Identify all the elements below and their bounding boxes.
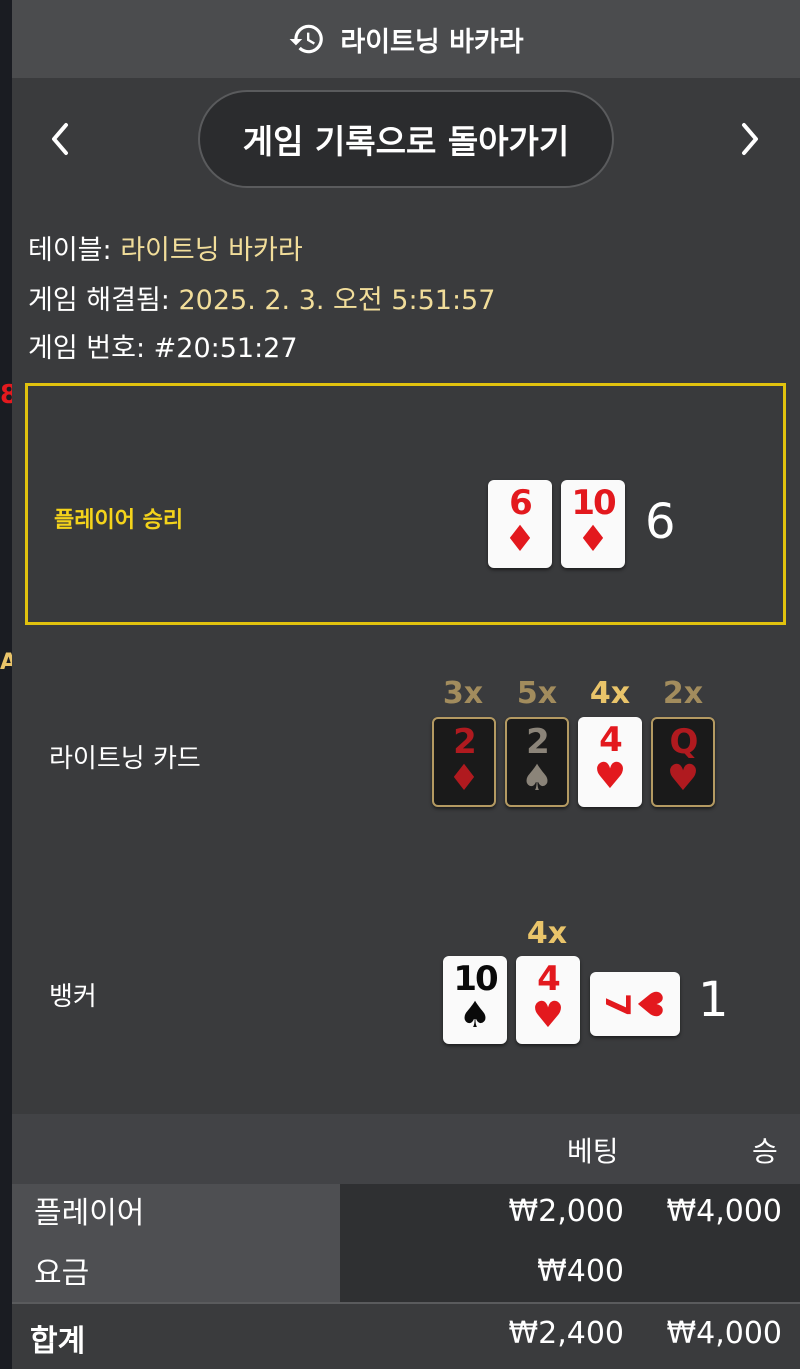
- table-row: 요금 ₩400: [12, 1244, 800, 1304]
- chevron-right-icon: [742, 123, 758, 155]
- row-values: ₩400: [340, 1244, 800, 1304]
- background-page-edge: 8 A: [0, 0, 18, 1369]
- banker-third-card: 7 ♥: [590, 972, 680, 1036]
- diamond-suit-icon: ♦: [576, 519, 610, 560]
- card-rank: 6: [509, 483, 533, 523]
- player-win-label: 플레이어 승리: [54, 508, 184, 533]
- multiplier-badge: 4x: [589, 676, 631, 711]
- banker-card: 4 ♥: [516, 956, 580, 1044]
- lightning-card: Q ♥: [651, 717, 715, 807]
- card-rank: Q: [669, 722, 699, 762]
- resolved-value: 2025. 2. 3. 오전 5:51:57: [178, 285, 496, 316]
- heart-suit-icon: ♥: [531, 995, 565, 1036]
- table-row: 플레이어 ₩2,000 ₩4,000: [12, 1184, 800, 1244]
- row-values: ₩2,000 ₩4,000: [340, 1184, 800, 1244]
- row-label: 요금: [12, 1244, 340, 1304]
- lightning-card: 2 ♦: [432, 717, 496, 807]
- top-bar: 라이트닝 바카라: [12, 0, 800, 78]
- lightning-cards-row: 라이트닝 카드 3x 2 ♦ 5x 2 ♠ 4x 4 ♥ 2x Q ♥: [25, 628, 786, 868]
- total-row: 합계 ₩2,400 ₩4,000: [12, 1302, 800, 1369]
- banker-card: 10 ♠: [443, 956, 507, 1044]
- chevron-left-icon: [52, 123, 68, 155]
- card-rank: 10: [571, 483, 616, 523]
- spade-suit-icon: ♠: [520, 758, 554, 799]
- navigation: 게임 기록으로 돌아가기: [12, 78, 800, 202]
- banker-score: 1: [698, 972, 729, 1028]
- game-number-info: 게임 번호: #20:51:27: [28, 326, 298, 365]
- table-header: 베팅 승: [12, 1114, 800, 1182]
- total-bet: ₩2,400: [508, 1316, 624, 1351]
- multiplier-badge: 4x: [526, 916, 568, 951]
- card-rank: 2: [526, 722, 550, 762]
- player-result-box: 플레이어 승리 6 ♦ 10 ♦ 6: [25, 383, 786, 625]
- bet-summary-table: 베팅 승 플레이어 ₩2,000 ₩4,000 요금 ₩400 합계 ₩2,40…: [12, 1114, 800, 1369]
- prev-game-button[interactable]: [40, 114, 80, 164]
- diamond-suit-icon: ♦: [447, 758, 481, 799]
- game-number-value: #20:51:27: [153, 333, 298, 364]
- multiplier-badge: 3x: [442, 676, 484, 711]
- card-rank: 4: [599, 720, 623, 760]
- spade-suit-icon: ♠: [458, 995, 492, 1036]
- card-rank: 4: [537, 959, 561, 999]
- heart-suit-icon: ♥: [628, 988, 669, 1020]
- row-label: 플레이어: [12, 1184, 340, 1244]
- resolved-info: 게임 해결됨: 2025. 2. 3. 오전 5:51:57: [28, 278, 495, 317]
- heart-suit-icon: ♥: [593, 756, 627, 797]
- banker-row: 뱅커 4x 10 ♠ 4 ♥ 7 ♥ 1: [25, 872, 786, 1100]
- window-title: 라이트닝 바카라: [340, 26, 524, 58]
- heart-suit-icon: ♥: [666, 758, 700, 799]
- multiplier-badge: 2x: [662, 676, 704, 711]
- column-win: 승: [752, 1135, 778, 1168]
- card-rank: 2: [453, 722, 477, 762]
- history-icon: [289, 24, 324, 54]
- lightning-card: 4 ♥: [578, 717, 642, 807]
- lightning-card: 2 ♠: [505, 717, 569, 807]
- row-win: ₩4,000: [666, 1194, 782, 1229]
- table-value: 라이트닝 바카라: [120, 235, 303, 266]
- resolved-label: 게임 해결됨:: [28, 285, 170, 316]
- total-label: 합계: [30, 1324, 86, 1359]
- column-bet: 베팅: [567, 1135, 619, 1168]
- back-to-history-button[interactable]: 게임 기록으로 돌아가기: [198, 90, 614, 188]
- row-bet: ₩400: [537, 1254, 624, 1289]
- game-number-label: 게임 번호:: [28, 333, 146, 364]
- player-card: 6 ♦: [488, 480, 552, 568]
- player-score: 6: [645, 494, 676, 550]
- card-rank: 10: [453, 959, 498, 999]
- table-info: 테이블: 라이트닝 바카라: [28, 228, 303, 267]
- table-label: 테이블:: [28, 235, 112, 266]
- banker-label: 뱅커: [49, 982, 97, 1012]
- diamond-suit-icon: ♦: [503, 519, 537, 560]
- total-win: ₩4,000: [666, 1316, 782, 1351]
- row-bet: ₩2,000: [508, 1194, 624, 1229]
- player-card: 10 ♦: [561, 480, 625, 568]
- next-game-button[interactable]: [730, 114, 770, 164]
- lightning-cards-label: 라이트닝 카드: [49, 744, 201, 774]
- multiplier-badge: 5x: [516, 676, 558, 711]
